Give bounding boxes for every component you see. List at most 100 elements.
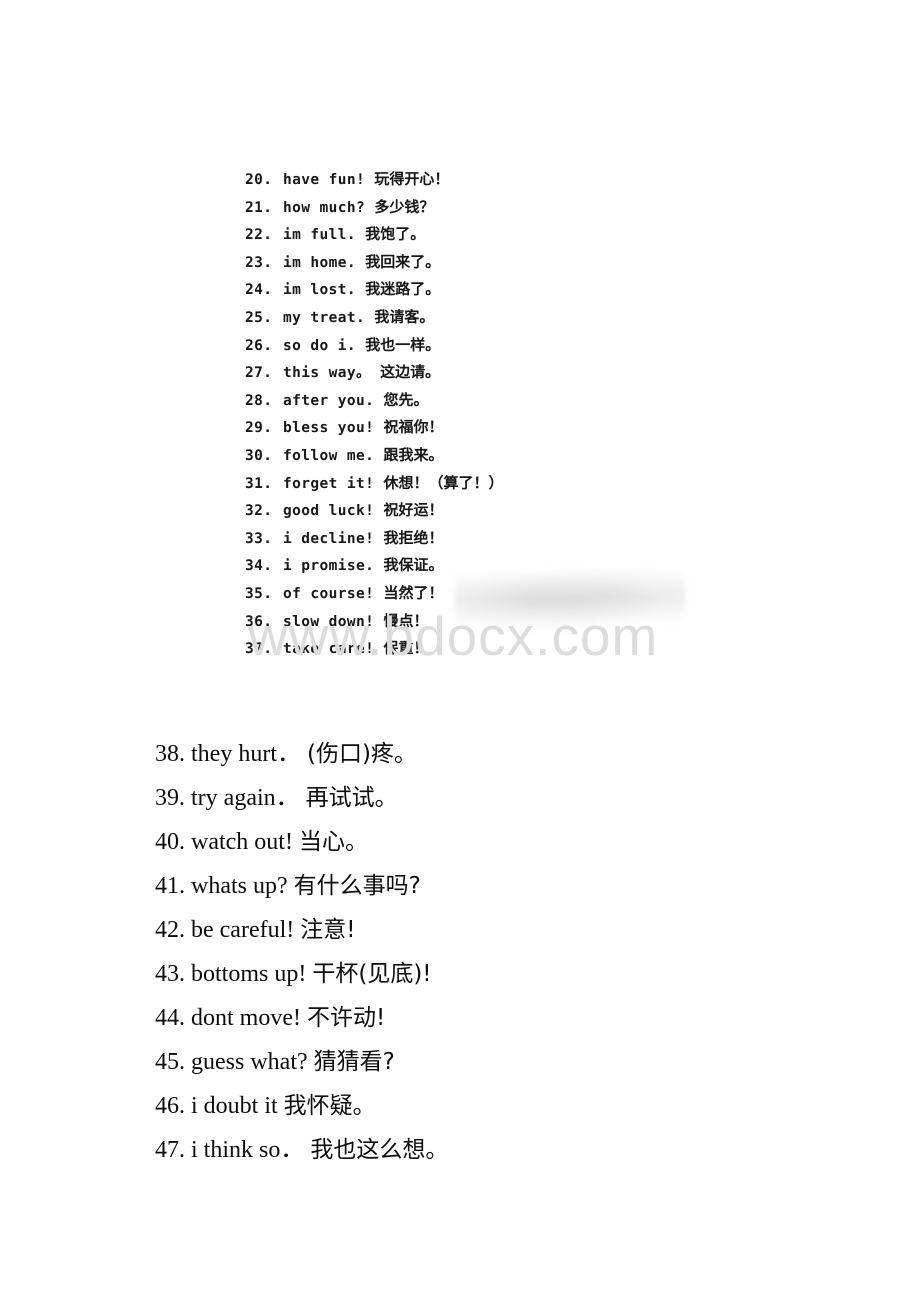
phrase-line: 39. try again． 再试试。 — [155, 776, 775, 820]
phrase-english: of course! — [283, 585, 375, 602]
phrase-chinese: 这边请。 — [380, 363, 441, 382]
scanned-phrase-list: 20. have fun! 玩得开心！ 21. how much? 多少钱？ 22. im… — [245, 166, 675, 663]
phrase-english: they hurt． — [191, 741, 301, 767]
phrase-chinese: 我迷路了。 — [365, 280, 441, 299]
phrase-english: so do i. — [283, 337, 357, 354]
phrase-english: im lost. — [283, 282, 357, 299]
scanned-phrase-line: 35. of course! 当然了！ — [245, 580, 675, 608]
scanned-phrase-line: 37. take care! 保重！ — [245, 635, 675, 663]
scanned-phrase-line: 32. good luck! 祝好运！ — [245, 497, 675, 525]
scanned-phrase-line: 27. this way。 这边请。 — [245, 359, 675, 387]
phrase-english: guess what? — [191, 1049, 308, 1075]
phrase-number: 21. — [245, 199, 273, 216]
phrase-number: 27. — [245, 365, 273, 382]
scanned-phrase-line: 30. follow me. 跟我来。 — [245, 442, 675, 470]
phrase-number: 23. — [245, 254, 273, 271]
phrase-number: 28. — [245, 392, 273, 409]
phrase-english: be careful! — [191, 917, 295, 943]
phrase-number: 37. — [245, 641, 273, 658]
scanned-phrase-line: 20. have fun! 玩得开心！ — [245, 166, 675, 194]
phrase-number: 26. — [245, 337, 273, 354]
phrase-chinese: 当然了！ — [383, 583, 444, 602]
phrase-chinese: 干杯(见底)! — [312, 961, 432, 987]
phrase-chinese: 我保证。 — [383, 556, 444, 575]
phrase-number: 38. — [155, 741, 185, 767]
phrase-number: 46. — [155, 1093, 185, 1119]
phrase-number: 20. — [245, 172, 273, 188]
phrase-chinese: 保重！ — [383, 639, 429, 658]
phrase-english: my treat. — [283, 309, 366, 326]
phrase-chinese: 我怀疑。 — [283, 1093, 376, 1119]
scanned-phrase-line: 24. im lost. 我迷路了。 — [245, 276, 675, 304]
phrase-number: 41. — [155, 873, 185, 899]
scanned-phrase-line: 36. slow down! 慢点！ — [245, 608, 675, 636]
phrase-line: 40. watch out! 当心。 — [155, 820, 775, 864]
phrase-english: bottoms up! — [191, 961, 307, 987]
phrase-number: 25. — [245, 309, 273, 326]
phrase-chinese: 玩得开心！ — [374, 170, 450, 188]
phrase-line: 46. i doubt it 我怀疑。 — [155, 1084, 775, 1128]
phrase-english: dont move! — [191, 1005, 301, 1031]
phrase-english: im home. — [283, 254, 357, 271]
phrase-line: 47. i think so． 我也这么想。 — [155, 1128, 775, 1172]
phrase-english: how much? — [283, 199, 366, 216]
phrase-english: follow me. — [283, 447, 375, 464]
phrase-chinese: 不许动! — [306, 1005, 386, 1031]
phrase-chinese: 跟我来。 — [383, 445, 444, 464]
phrase-number: 31. — [245, 475, 273, 492]
scanned-phrase-line: 29. bless you! 祝福你！ — [245, 414, 675, 442]
phrase-number: 34. — [245, 558, 273, 575]
phrase-english: whats up? — [191, 873, 288, 899]
phrase-number: 36. — [245, 613, 273, 630]
phrase-number: 43. — [155, 961, 185, 987]
scanned-phrase-line: 25. my treat. 我请客。 — [245, 304, 675, 332]
scanned-phrase-line: 23. im home. 我回来了。 — [245, 249, 675, 277]
phrase-number: 32. — [245, 503, 273, 520]
scanned-phrase-line: 34. i promise. 我保证。 — [245, 552, 675, 580]
phrase-english: after you. — [283, 392, 375, 409]
phrase-english: forget it! — [283, 475, 375, 492]
phrase-chinese: 我饱了。 — [365, 225, 426, 244]
scanned-phrase-line: 21. how much? 多少钱？ — [245, 194, 675, 222]
scanned-phrase-line: 28. after you. 您先。 — [245, 387, 675, 415]
phrase-chinese: 注意! — [300, 917, 356, 943]
phrase-chinese: 我请客。 — [374, 307, 435, 326]
phrase-chinese: 多少钱？ — [374, 197, 435, 216]
phrase-number: 22. — [245, 227, 273, 244]
phrase-line: 42. be careful! 注意! — [155, 908, 775, 952]
phrase-line: 44. dont move! 不许动! — [155, 996, 775, 1040]
phrase-line: 38. they hurt． (伤口)疼。 — [155, 732, 775, 776]
phrase-number: 39. — [155, 785, 185, 811]
phrase-chinese: (伤口)疼。 — [306, 741, 417, 767]
phrase-english: im full. — [283, 227, 357, 244]
phrase-number: 42. — [155, 917, 185, 943]
phrase-chinese: 慢点！ — [383, 611, 429, 630]
phrase-chinese: 再试试。 — [305, 785, 398, 811]
phrase-number: 33. — [245, 530, 273, 547]
phrase-line: 43. bottoms up! 干杯(见底)! — [155, 952, 775, 996]
phrase-english: take care! — [283, 641, 375, 658]
phrase-number: 40. — [155, 829, 185, 855]
document-page: 20. have fun! 玩得开心！ 21. how much? 多少钱？ 22. im… — [0, 0, 920, 1302]
phrase-chinese: 我回来了。 — [365, 252, 441, 271]
phrase-english: i think so． — [191, 1137, 305, 1163]
phrase-english: good luck! — [283, 503, 375, 520]
phrase-english: i promise. — [283, 558, 375, 575]
phrase-chinese: 休想！（算了！） — [383, 473, 504, 492]
phrase-chinese: 我拒绝！ — [383, 528, 444, 547]
scanned-phrase-line: 31. forget it! 休想！（算了！） — [245, 470, 675, 498]
phrase-chinese: 祝好运！ — [383, 501, 444, 520]
phrase-number: 30. — [245, 447, 273, 464]
scanned-phrase-line: 33. i decline! 我拒绝！ — [245, 525, 675, 553]
phrase-chinese: 有什么事吗? — [293, 873, 421, 899]
phrase-chinese: 您先。 — [383, 390, 429, 409]
scanned-phrase-line: 22. im full. 我饱了。 — [245, 221, 675, 249]
phrase-number: 29. — [245, 420, 273, 437]
phrase-number: 45. — [155, 1049, 185, 1075]
phrase-number: 35. — [245, 585, 273, 602]
phrase-english: slow down! — [283, 613, 375, 630]
phrase-chinese: 祝福你！ — [383, 418, 444, 437]
scanned-phrase-line: 26. so do i. 我也一样。 — [245, 332, 675, 360]
phrase-number: 47. — [155, 1137, 185, 1163]
phrase-chinese: 我也这么想。 — [310, 1137, 449, 1163]
